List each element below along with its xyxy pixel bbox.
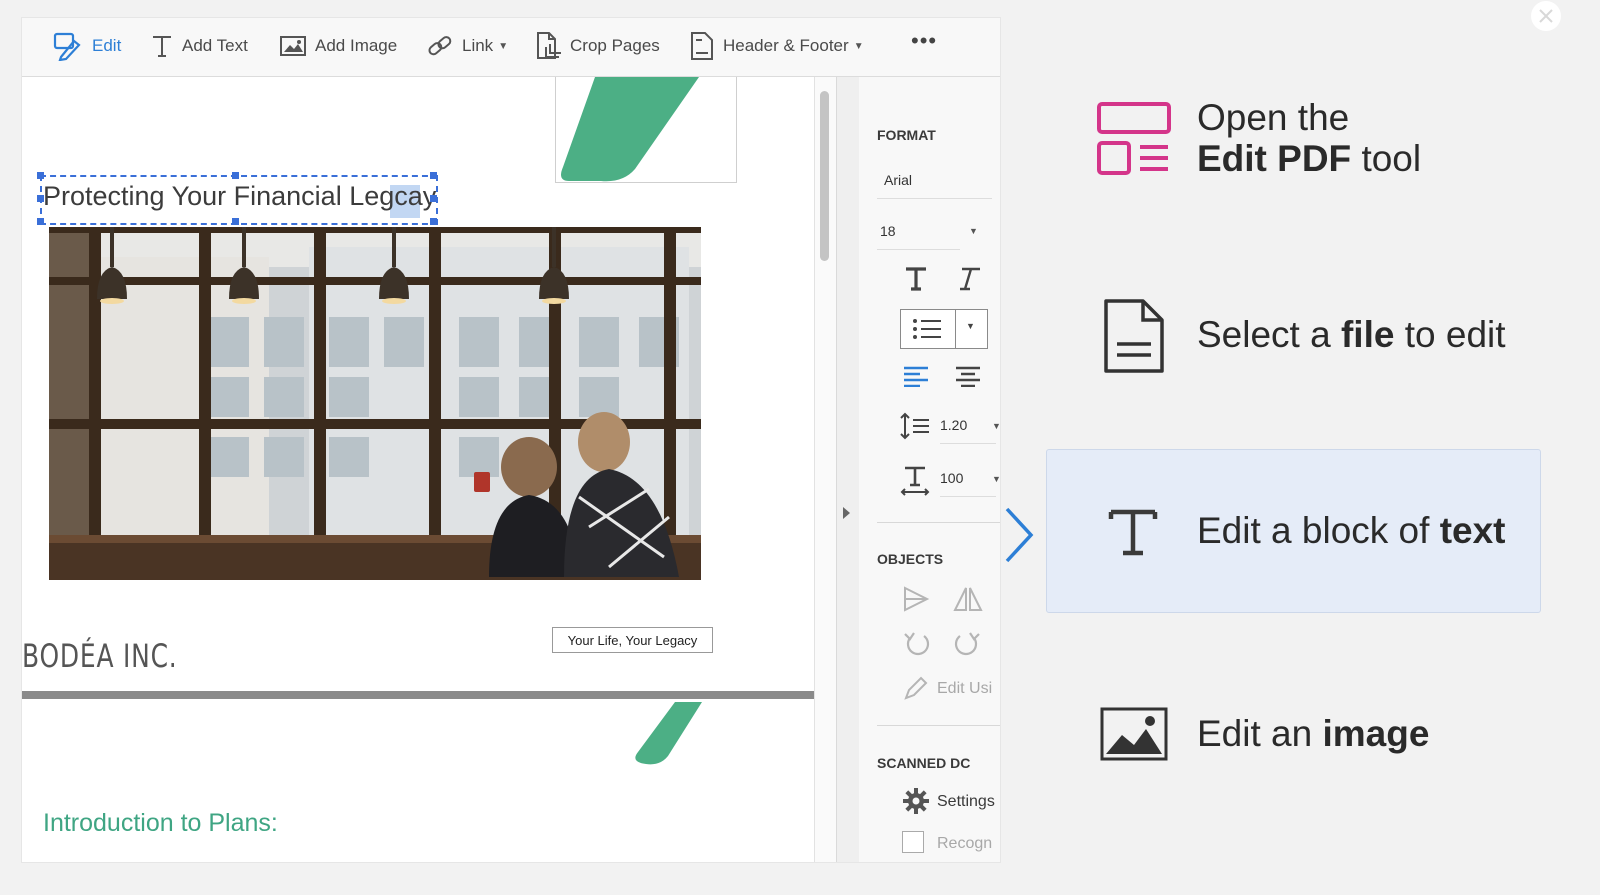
resize-handle[interactable] xyxy=(430,195,437,202)
character-scale-field[interactable]: 100 xyxy=(940,470,996,497)
add-image-label: Add Image xyxy=(315,36,398,55)
chevron-down-icon[interactable]: ▼ xyxy=(992,474,1000,484)
intro-heading[interactable]: Introduction to Plans: xyxy=(43,809,278,838)
step-3-pre: Edit a block of xyxy=(1197,510,1440,551)
recognize-checkbox[interactable] xyxy=(902,831,924,853)
chevron-down-icon[interactable]: ▼ xyxy=(992,421,1000,431)
rotate-right-icon[interactable] xyxy=(952,630,982,658)
character-scale-icon xyxy=(900,466,930,496)
format-heading: FORMAT xyxy=(877,127,936,143)
align-center-icon[interactable] xyxy=(954,365,982,387)
office-photo[interactable] xyxy=(49,227,701,580)
section-divider xyxy=(877,522,1000,523)
resize-handle[interactable] xyxy=(37,218,44,225)
text-block-selection[interactable] xyxy=(40,175,438,225)
step-4-bold: image xyxy=(1322,713,1430,754)
text-t-icon xyxy=(153,36,171,57)
app-window: Edit Add Text Add Image Link ▼ Crop Page… xyxy=(22,18,1000,862)
document-page: Protecting Your Financial Legcay Your Li… xyxy=(22,77,836,862)
line-spacing-field[interactable]: 1.20 xyxy=(940,417,996,444)
edit-using-item[interactable]: Edit Usi xyxy=(937,680,992,698)
resize-handle[interactable] xyxy=(37,195,44,202)
step-1-pre: Open the xyxy=(1197,97,1350,138)
company-logo-text: BODÉA INC. xyxy=(22,637,178,675)
add-text-label: Add Text xyxy=(182,36,248,55)
rotate-left-icon[interactable] xyxy=(902,630,932,658)
green-leaf-graphic xyxy=(561,77,699,182)
chevron-right-icon xyxy=(1005,507,1034,563)
pencil-icon xyxy=(904,676,928,700)
step-2-pre: Select a xyxy=(1197,314,1341,355)
list-style-dropdown[interactable]: ▼ xyxy=(900,309,988,349)
header-footer-button[interactable]: Header & Footer ▼ xyxy=(689,30,864,62)
scanned-documents-heading: SCANNED DC xyxy=(877,755,971,771)
italic-text-icon[interactable] xyxy=(955,265,981,293)
edit-pdf-tool-icon xyxy=(1097,102,1171,175)
chevron-down-icon: ▼ xyxy=(498,40,509,52)
font-size-field[interactable]: 18 xyxy=(877,223,960,250)
header-footer-label: Header & Footer xyxy=(723,36,849,55)
settings-item[interactable]: Settings xyxy=(937,793,995,811)
crop-pages-button[interactable]: Crop Pages xyxy=(534,30,660,62)
objects-heading: OBJECTS xyxy=(877,551,944,567)
gear-icon xyxy=(903,788,929,814)
bold-text-icon[interactable] xyxy=(903,265,929,293)
image-icon xyxy=(280,36,306,56)
line-spacing-value: 1.20 xyxy=(940,417,968,433)
format-panel: FORMAT Arial 18 ▼ ▼ 1.20 ▼ 100 ▼ OBJECTS… xyxy=(859,77,1000,862)
resize-handle[interactable] xyxy=(37,172,44,179)
resize-handle[interactable] xyxy=(232,218,239,225)
resize-handle[interactable] xyxy=(430,218,437,225)
step-4-text[interactable]: Edit an image xyxy=(1197,713,1429,754)
step-1-bold: Edit PDF xyxy=(1197,138,1352,179)
close-icon[interactable] xyxy=(1530,0,1562,32)
panel-collapse-strip[interactable] xyxy=(836,77,860,862)
text-icon xyxy=(1108,509,1158,556)
step-2-text[interactable]: Select a file to edit xyxy=(1197,314,1506,355)
tagline-text-box[interactable]: Your Life, Your Legacy xyxy=(552,627,713,653)
step-1-post: tool xyxy=(1351,138,1422,179)
chevron-down-icon[interactable]: ▼ xyxy=(969,226,978,236)
green-leaf-graphic-2 xyxy=(635,702,702,765)
collapse-arrow-icon[interactable] xyxy=(843,507,850,519)
edit-button[interactable]: Edit xyxy=(52,30,121,62)
toolbar: Edit Add Text Add Image Link ▼ Crop Page… xyxy=(22,18,1000,77)
link-label: Link xyxy=(462,36,494,55)
link-icon xyxy=(428,36,452,56)
chevron-down-icon: ▼ xyxy=(966,321,975,331)
bulleted-list-icon xyxy=(913,319,941,339)
chevron-down-icon: ▼ xyxy=(853,40,864,52)
step-3-bold: text xyxy=(1439,510,1506,551)
resize-handle[interactable] xyxy=(430,172,437,179)
step-2-bold: file xyxy=(1340,314,1395,355)
scrollbar-thumb[interactable] xyxy=(820,91,829,261)
recognize-text-label: Recogn xyxy=(937,835,993,852)
step-1-text[interactable]: Open the Edit PDF tool xyxy=(1197,97,1421,179)
flip-horizontal-icon[interactable] xyxy=(902,585,930,613)
resize-handle[interactable] xyxy=(232,172,239,179)
step-4-pre: Edit an xyxy=(1197,713,1323,754)
crop-pages-icon xyxy=(537,32,561,59)
add-image-button[interactable]: Add Image xyxy=(279,30,397,62)
image-icon xyxy=(1100,707,1168,761)
page-separator xyxy=(22,691,814,699)
character-scale-value: 100 xyxy=(940,470,964,486)
font-family-field[interactable]: Arial xyxy=(877,172,992,199)
link-button[interactable]: Link ▼ xyxy=(426,30,508,62)
more-options-button[interactable]: ••• xyxy=(911,28,937,54)
file-icon xyxy=(1104,299,1164,373)
flip-vertical-icon[interactable] xyxy=(952,585,984,613)
align-left-icon[interactable] xyxy=(902,365,930,387)
header-footer-icon xyxy=(691,32,713,60)
section-divider xyxy=(877,725,1000,726)
edit-label: Edit xyxy=(92,36,122,55)
font-size-value: 18 xyxy=(880,223,896,239)
line-spacing-icon xyxy=(900,412,929,440)
edit-icon xyxy=(53,32,81,61)
add-text-button[interactable]: Add Text xyxy=(150,30,248,62)
crop-pages-label: Crop Pages xyxy=(570,36,660,55)
step-3-text[interactable]: Edit a block of text xyxy=(1197,510,1506,551)
step-2-post: to edit xyxy=(1394,314,1506,355)
